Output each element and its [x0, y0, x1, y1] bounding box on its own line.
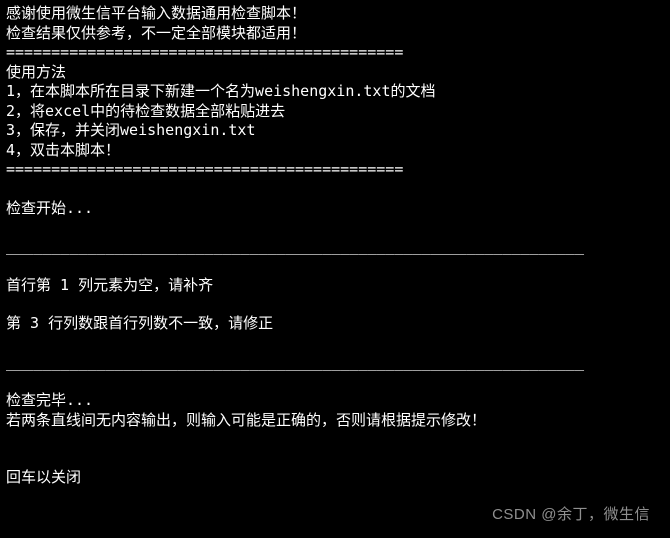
- output-line: 首行第 1 列元素为空，请补齐: [6, 276, 664, 296]
- output-line: ________________________________________…: [6, 237, 664, 257]
- output-line: [6, 295, 664, 314]
- output-line: ========================================…: [6, 160, 664, 180]
- output-line: 回车以关闭: [6, 468, 664, 488]
- output-line: ========================================…: [6, 43, 664, 63]
- output-line: 2，将excel中的待检查数据全部粘贴进去: [6, 102, 664, 122]
- output-line: 若两条直线间无内容输出，则输入可能是正确的，否则请根据提示修改！: [6, 411, 664, 431]
- output-line: [6, 372, 664, 391]
- output-line: [6, 449, 664, 468]
- output-line: [6, 334, 664, 353]
- output-line: 检查结果仅供参考，不一定全部模块都适用！: [6, 24, 664, 44]
- output-line: ________________________________________…: [6, 353, 664, 373]
- output-line: [6, 218, 664, 237]
- output-line: [6, 257, 664, 276]
- output-line: 1，在本脚本所在目录下新建一个名为weishengxin.txt的文档: [6, 82, 664, 102]
- output-line: 使用方法: [6, 63, 664, 83]
- output-line: [6, 430, 664, 449]
- output-line: 检查开始...: [6, 199, 664, 219]
- output-line: 第 3 行列数跟首行列数不一致，请修正: [6, 314, 664, 334]
- output-line: 检查完毕...: [6, 391, 664, 411]
- output-line: 4，双击本脚本！: [6, 141, 664, 161]
- output-line: 感谢使用微生信平台输入数据通用检查脚本！: [6, 4, 664, 24]
- terminal-output: 感谢使用微生信平台输入数据通用检查脚本！ 检查结果仅供参考，不一定全部模块都适用…: [6, 4, 664, 488]
- output-line: 3，保存，并关闭weishengxin.txt: [6, 121, 664, 141]
- csdn-watermark: CSDN @余丁，微生信: [492, 505, 650, 525]
- output-line: [6, 180, 664, 199]
